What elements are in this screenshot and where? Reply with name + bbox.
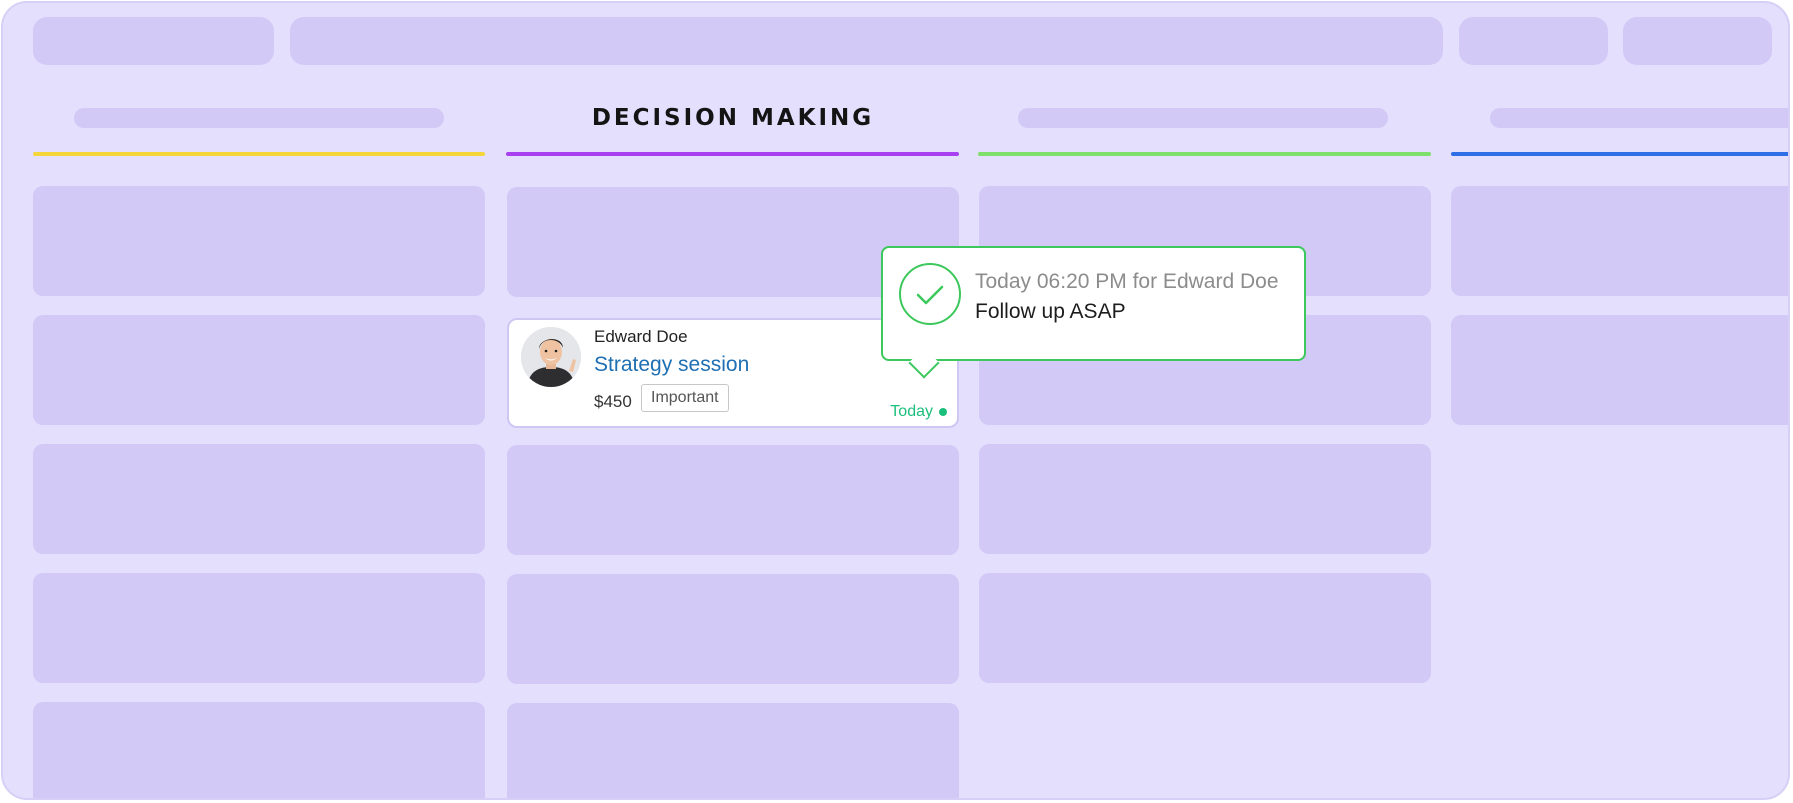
placeholder-card	[507, 445, 959, 555]
placeholder-card	[979, 573, 1431, 683]
due-status: Today	[890, 403, 933, 420]
column-title: DECISION MAKING	[591, 105, 875, 131]
placeholder-card	[33, 702, 485, 798]
deal-owner: Edward Doe	[594, 327, 688, 346]
column-header-placeholder	[1018, 108, 1388, 128]
column-header-placeholder	[74, 108, 444, 128]
column-underline	[506, 152, 959, 156]
deal-title-link[interactable]: Strategy session	[594, 353, 749, 377]
toolbar-placeholder-button-1	[1459, 17, 1608, 65]
placeholder-card	[507, 703, 959, 798]
column-header-placeholder	[1490, 108, 1788, 128]
kanban-board: DECISION MAKING Edward Doe Strategy sess…	[1, 1, 1790, 800]
placeholder-card	[33, 444, 485, 554]
placeholder-card	[33, 573, 485, 683]
column-underline	[1451, 152, 1788, 156]
placeholder-card	[1451, 315, 1788, 425]
placeholder-card	[1451, 186, 1788, 296]
status-dot-icon	[939, 408, 947, 416]
toolbar-placeholder-button-2	[1623, 17, 1772, 65]
placeholder-card	[33, 186, 485, 296]
check-circle-icon	[899, 263, 961, 325]
important-tag[interactable]: Important	[641, 384, 729, 412]
activity-tooltip: Today 06:20 PM for Edward Doe Follow up …	[881, 246, 1306, 379]
tooltip-time: Today 06:20 PM for Edward Doe	[975, 270, 1279, 293]
avatar	[521, 327, 581, 387]
placeholder-card	[33, 315, 485, 425]
column-underline	[978, 152, 1431, 156]
deal-value: $450	[594, 392, 632, 411]
toolbar-placeholder-search	[290, 17, 1443, 65]
placeholder-card	[979, 444, 1431, 554]
toolbar-placeholder-left	[33, 17, 274, 65]
tooltip-message: Follow up ASAP	[975, 300, 1126, 323]
placeholder-card	[507, 574, 959, 684]
column-underline	[33, 152, 485, 156]
